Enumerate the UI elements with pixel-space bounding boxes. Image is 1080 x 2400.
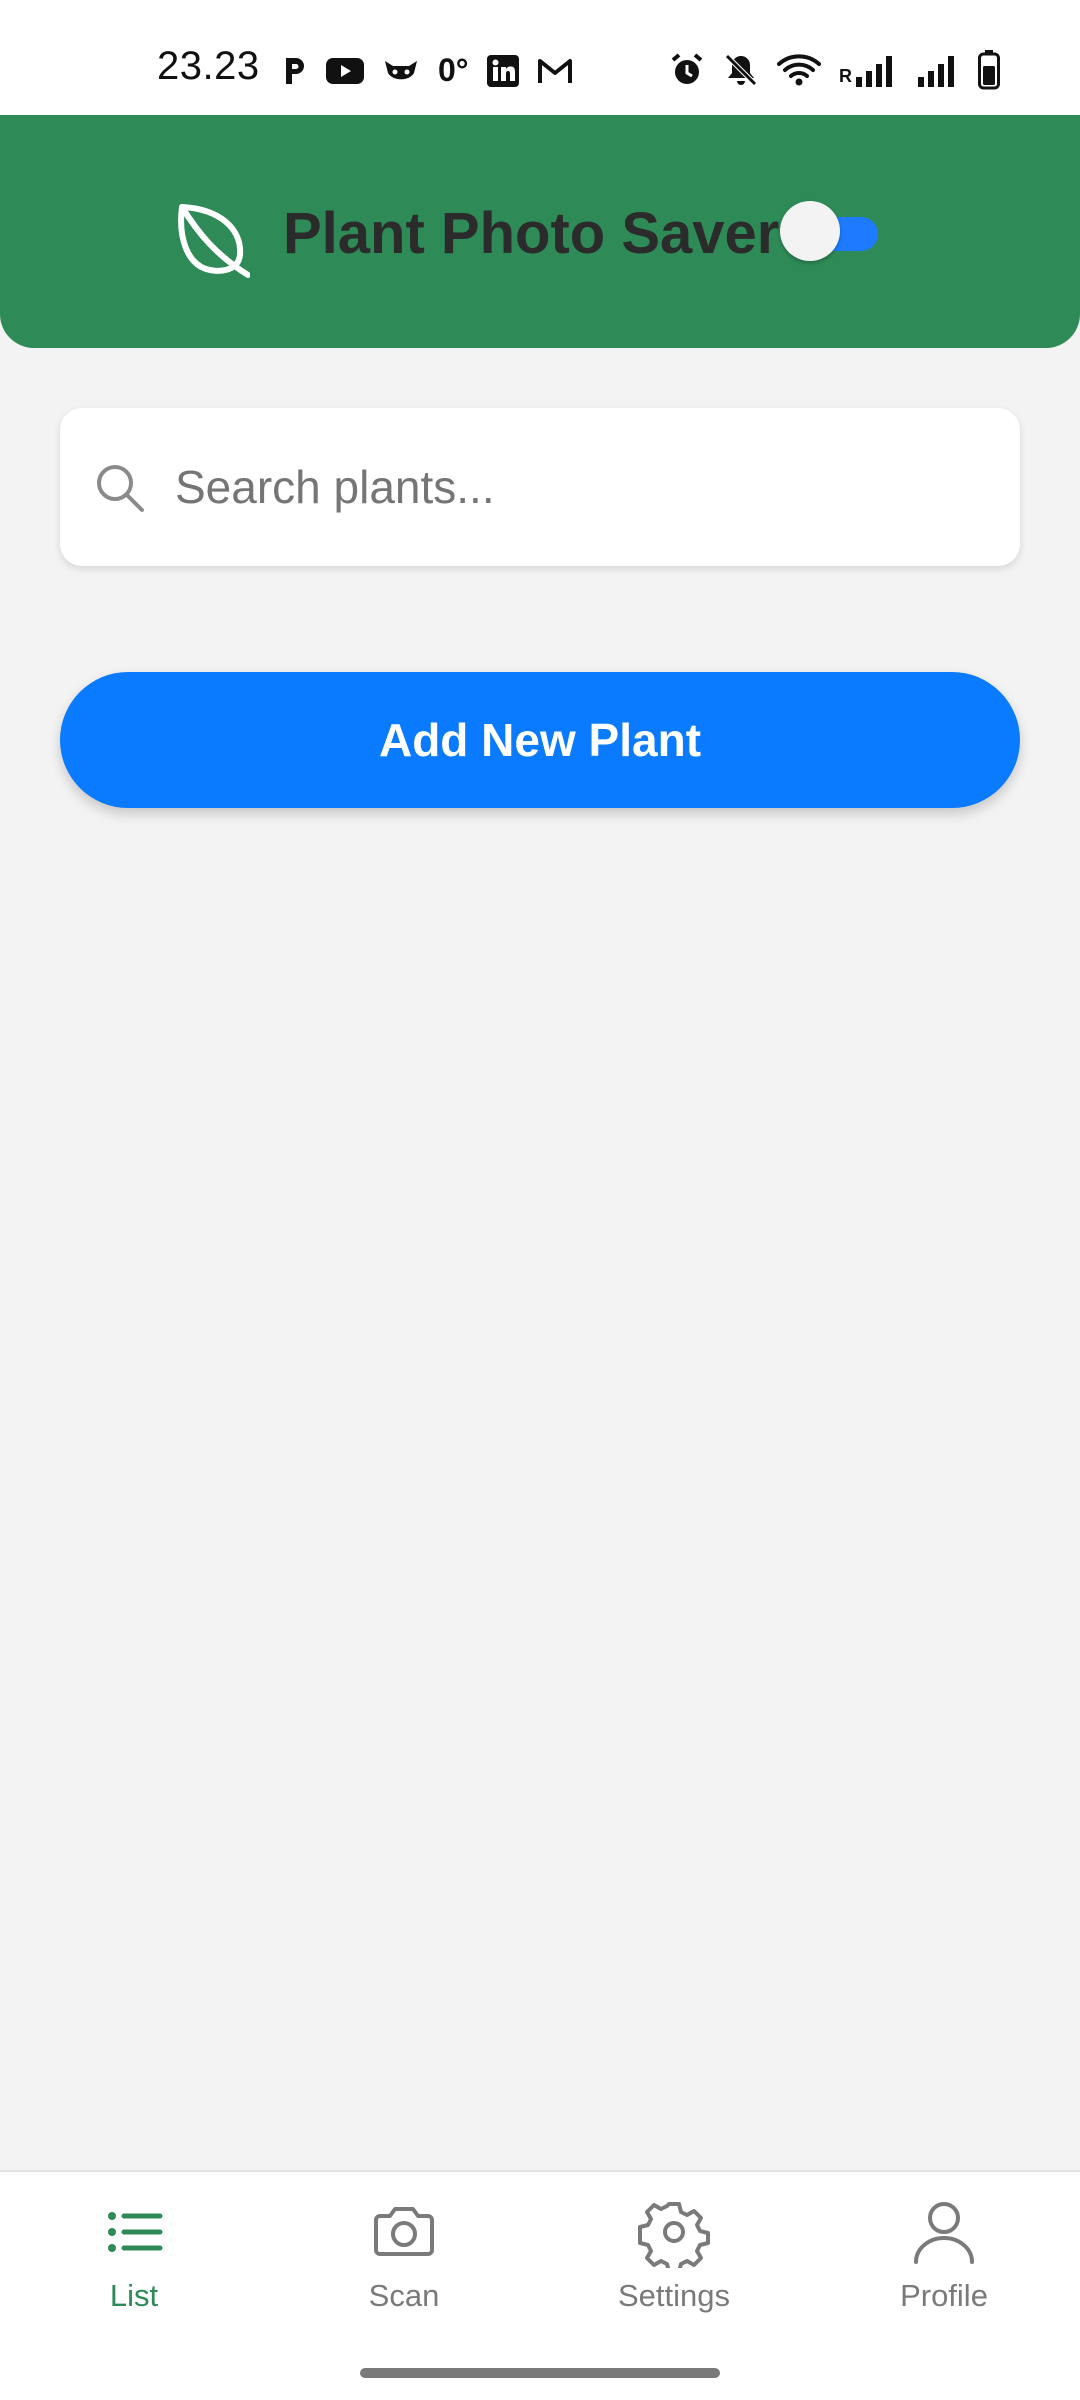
list-icon	[108, 2212, 163, 2252]
notification-icons: 0°	[282, 52, 573, 89]
nav-item-scan[interactable]: Scan	[304, 2196, 504, 2336]
status-bar: 23.23 0° R	[0, 0, 1080, 115]
toggle-thumb	[780, 201, 840, 261]
nav-label-scan: Scan	[368, 2278, 440, 2313]
nav-item-profile[interactable]: Profile	[844, 2196, 1044, 2336]
youtube-icon	[326, 57, 364, 85]
zero-degree-icon: 0°	[438, 52, 469, 88]
search-input[interactable]	[175, 448, 975, 526]
person-icon	[914, 2202, 974, 2264]
gear-icon	[638, 2202, 710, 2268]
battery-icon	[978, 50, 1000, 90]
search-box[interactable]	[60, 408, 1020, 566]
alarm-icon	[669, 52, 705, 88]
search-icon	[97, 465, 144, 512]
signal-icon: R	[839, 53, 898, 87]
app-screen: 23.23 0° R Plant Photo Saver Search plan…	[0, 0, 1080, 2400]
p-icon	[282, 56, 308, 86]
home-indicator[interactable]	[360, 2368, 720, 2378]
nav-label-list: List	[109, 2278, 159, 2313]
app-header: Plant Photo Saver	[0, 115, 1080, 348]
system-icons: R	[669, 50, 1000, 90]
app-title: Plant Photo Saver	[283, 201, 780, 266]
wifi-icon	[777, 53, 821, 87]
theme-toggle[interactable]	[780, 201, 880, 261]
leaf-icon	[178, 204, 250, 278]
nav-label-profile: Profile	[900, 2278, 988, 2313]
cat-icon	[382, 55, 420, 87]
bell-off-icon	[723, 52, 759, 88]
nav-item-settings[interactable]: Settings	[574, 2196, 774, 2336]
gmail-icon	[537, 57, 573, 85]
roaming-label: R	[839, 66, 852, 86]
nav-item-list[interactable]: List	[34, 2196, 234, 2336]
signal-icon	[916, 53, 960, 87]
status-time: 23.23	[157, 44, 260, 88]
linkedin-icon	[486, 54, 519, 87]
nav-label-settings: Settings	[617, 2278, 730, 2313]
bottom-nav: List Scan Settings Profile	[0, 2170, 1080, 2400]
add-new-plant-button[interactable]: Add New Plant	[60, 672, 1020, 808]
camera-icon	[374, 2207, 434, 2256]
